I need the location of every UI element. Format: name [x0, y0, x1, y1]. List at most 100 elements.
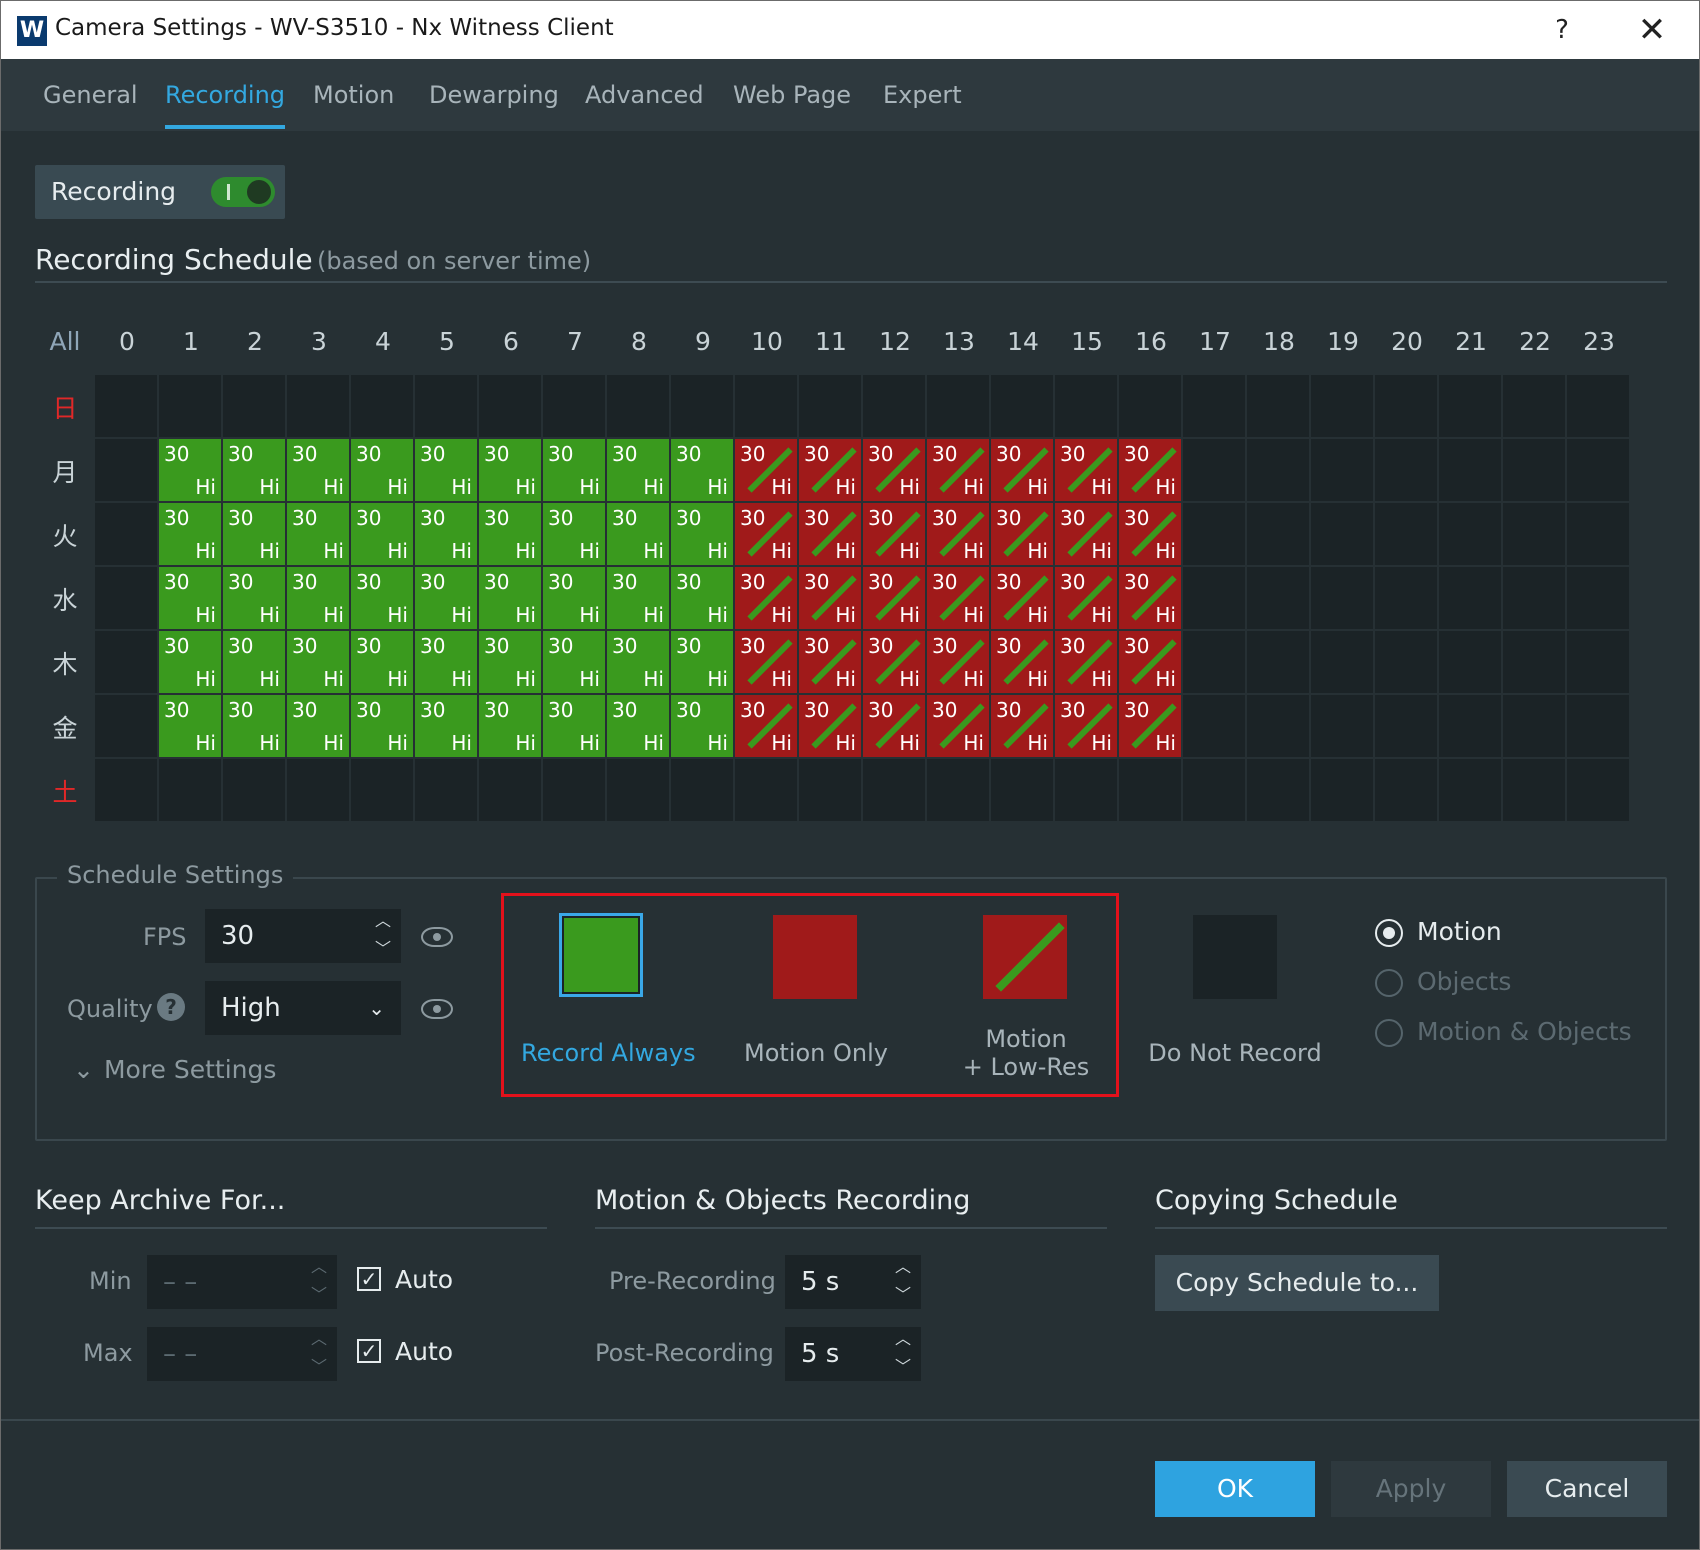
trigger-objects-radio[interactable]: [1375, 969, 1403, 997]
hour-label[interactable]: 0: [95, 327, 159, 356]
schedule-cell-empty[interactable]: [479, 375, 541, 437]
post-down-icon[interactable]: ﹀: [895, 1357, 911, 1377]
schedule-cell-record-always[interactable]: 30 Hi: [479, 439, 541, 501]
cancel-button[interactable]: Cancel: [1507, 1461, 1667, 1517]
schedule-cell-motion-low-res[interactable]: 30 Hi: [735, 503, 797, 565]
schedule-cell-empty[interactable]: [1439, 439, 1501, 501]
schedule-cell-empty[interactable]: [1311, 439, 1373, 501]
schedule-cell-motion-low-res[interactable]: 30 Hi: [863, 439, 925, 501]
schedule-cell-record-always[interactable]: 30 Hi: [479, 631, 541, 693]
hour-label[interactable]: 9: [671, 327, 735, 356]
schedule-cell-empty[interactable]: [95, 695, 157, 757]
schedule-cell-empty[interactable]: [1503, 439, 1565, 501]
schedule-cell-record-always[interactable]: 30 Hi: [543, 439, 605, 501]
schedule-cell-empty[interactable]: [159, 759, 221, 821]
schedule-cell-empty[interactable]: [415, 375, 477, 437]
pre-recording-spinbox[interactable]: 5 s ︿ ﹀: [785, 1255, 921, 1309]
schedule-cell-empty[interactable]: [863, 375, 925, 437]
schedule-cell-empty[interactable]: [1247, 631, 1309, 693]
schedule-cell-empty[interactable]: [1567, 695, 1629, 757]
schedule-cell-empty[interactable]: [543, 375, 605, 437]
quality-preview-eye-icon[interactable]: [421, 999, 453, 1019]
hour-label[interactable]: 1: [159, 327, 223, 356]
schedule-cell-empty[interactable]: [991, 759, 1053, 821]
schedule-cell-empty[interactable]: [223, 375, 285, 437]
schedule-cell-empty[interactable]: [1311, 695, 1373, 757]
schedule-cell-empty[interactable]: [671, 375, 733, 437]
schedule-cell-record-always[interactable]: 30 Hi: [287, 695, 349, 757]
schedule-cell-record-always[interactable]: 30 Hi: [479, 567, 541, 629]
schedule-cell-motion-low-res[interactable]: 30 Hi: [1119, 567, 1181, 629]
schedule-cell-empty[interactable]: [927, 759, 989, 821]
recording-toggle[interactable]: Recording: [35, 165, 285, 219]
max-auto-checkbox[interactable]: ✓: [357, 1339, 381, 1363]
schedule-cell-motion-low-res[interactable]: 30 Hi: [991, 567, 1053, 629]
schedule-cell-motion-low-res[interactable]: 30 Hi: [799, 503, 861, 565]
schedule-cell-empty[interactable]: [1247, 439, 1309, 501]
schedule-cell-record-always[interactable]: 30 Hi: [159, 695, 221, 757]
schedule-cell-motion-low-res[interactable]: 30 Hi: [863, 567, 925, 629]
apply-button[interactable]: Apply: [1331, 1461, 1491, 1517]
schedule-cell-empty[interactable]: [95, 567, 157, 629]
do-not-record-label[interactable]: Do Not Record: [1145, 1039, 1325, 1067]
hour-label[interactable]: 23: [1567, 327, 1631, 356]
tab-advanced[interactable]: Advanced: [585, 81, 704, 109]
schedule-cell-motion-low-res[interactable]: 30 Hi: [1055, 439, 1117, 501]
schedule-cell-empty[interactable]: [1311, 567, 1373, 629]
trigger-motion-objects-radio[interactable]: [1375, 1019, 1403, 1047]
schedule-cell-empty[interactable]: [479, 759, 541, 821]
schedule-cell-empty[interactable]: [1439, 567, 1501, 629]
schedule-cell-empty[interactable]: [1311, 375, 1373, 437]
schedule-cell-empty[interactable]: [991, 375, 1053, 437]
day-label[interactable]: 木: [35, 645, 95, 681]
schedule-cell-motion-low-res[interactable]: 30 Hi: [1055, 631, 1117, 693]
schedule-cell-empty[interactable]: [1183, 375, 1245, 437]
help-button[interactable]: ?: [1537, 9, 1587, 51]
hour-label[interactable]: 4: [351, 327, 415, 356]
schedule-cell-empty[interactable]: [1119, 759, 1181, 821]
max-up-icon[interactable]: ︿: [311, 1329, 327, 1349]
select-all-label[interactable]: All: [33, 327, 97, 356]
schedule-cell-empty[interactable]: [607, 375, 669, 437]
schedule-cell-empty[interactable]: [95, 439, 157, 501]
schedule-cell-empty[interactable]: [1567, 375, 1629, 437]
recording-switch[interactable]: [211, 177, 275, 207]
schedule-cell-empty[interactable]: [1567, 439, 1629, 501]
schedule-cell-record-always[interactable]: 30 Hi: [543, 503, 605, 565]
schedule-cell-motion-low-res[interactable]: 30 Hi: [927, 631, 989, 693]
schedule-cell-motion-low-res[interactable]: 30 Hi: [735, 695, 797, 757]
schedule-cell-empty[interactable]: [1183, 503, 1245, 565]
schedule-cell-record-always[interactable]: 30 Hi: [351, 695, 413, 757]
trigger-motion-objects-label[interactable]: Motion & Objects: [1417, 1017, 1632, 1046]
schedule-cell-empty[interactable]: [1311, 631, 1373, 693]
schedule-cell-empty[interactable]: [1503, 375, 1565, 437]
trigger-motion-label[interactable]: Motion: [1417, 917, 1502, 946]
hour-label[interactable]: 11: [799, 327, 863, 356]
schedule-cell-motion-low-res[interactable]: 30 Hi: [991, 631, 1053, 693]
schedule-cell-motion-low-res[interactable]: 30 Hi: [1055, 503, 1117, 565]
day-label[interactable]: 土: [35, 773, 95, 809]
schedule-cell-empty[interactable]: [735, 375, 797, 437]
schedule-cell-record-always[interactable]: 30 Hi: [671, 439, 733, 501]
schedule-cell-empty[interactable]: [1375, 439, 1437, 501]
schedule-cell-empty[interactable]: [1567, 567, 1629, 629]
trigger-motion-radio[interactable]: [1375, 919, 1403, 947]
day-label[interactable]: 日: [35, 389, 95, 425]
day-label[interactable]: 水: [35, 581, 95, 617]
schedule-cell-motion-low-res[interactable]: 30 Hi: [863, 503, 925, 565]
schedule-cell-motion-low-res[interactable]: 30 Hi: [1055, 567, 1117, 629]
schedule-cell-motion-low-res[interactable]: 30 Hi: [799, 631, 861, 693]
hour-label[interactable]: 6: [479, 327, 543, 356]
schedule-cell-empty[interactable]: [1375, 503, 1437, 565]
schedule-cell-motion-low-res[interactable]: 30 Hi: [735, 631, 797, 693]
schedule-cell-empty[interactable]: [1503, 631, 1565, 693]
min-auto-label[interactable]: Auto: [395, 1265, 453, 1294]
schedule-cell-empty[interactable]: [1375, 375, 1437, 437]
min-up-icon[interactable]: ︿: [311, 1257, 327, 1277]
schedule-cell-record-always[interactable]: 30 Hi: [351, 503, 413, 565]
post-recording-spinbox[interactable]: 5 s ︿ ﹀: [785, 1327, 921, 1381]
hour-label[interactable]: 19: [1311, 327, 1375, 356]
schedule-cell-record-always[interactable]: 30 Hi: [223, 503, 285, 565]
min-spinbox[interactable]: – – ︿ ﹀: [147, 1255, 337, 1309]
schedule-cell-motion-low-res[interactable]: 30 Hi: [799, 439, 861, 501]
